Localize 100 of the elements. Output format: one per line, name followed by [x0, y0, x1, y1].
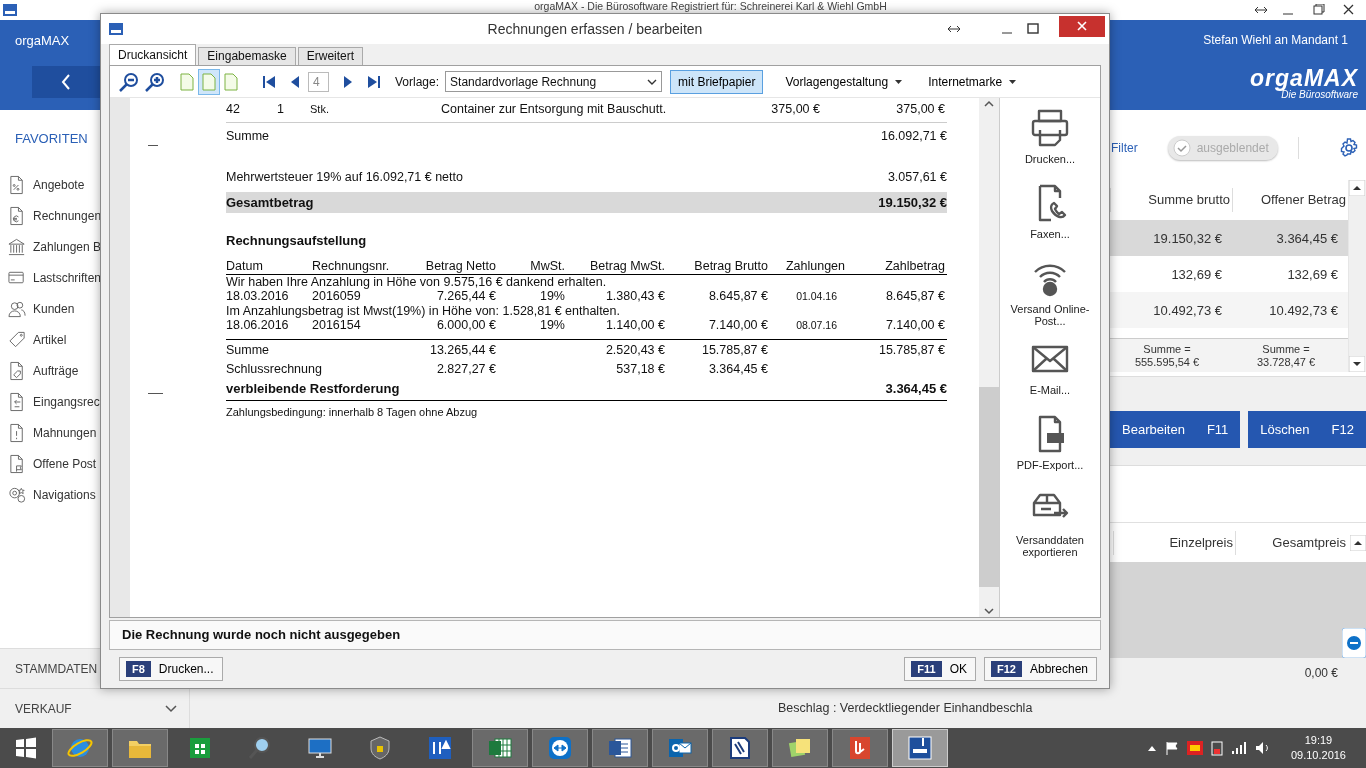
- dialog-button[interactable]: F12 Abbrechen: [984, 657, 1097, 681]
- total-label: verbleibende Restforderung: [226, 380, 400, 398]
- page-icon: [180, 72, 194, 91]
- filter-link[interactable]: Filter: [1111, 140, 1138, 155]
- windows-icon[interactable]: [15, 737, 37, 759]
- battery-icon[interactable]: [1210, 740, 1223, 756]
- close-icon: [1077, 21, 1087, 31]
- table-cell-text: 6.000,00 €: [435, 318, 496, 333]
- tab[interactable]: Druckansicht: [109, 44, 197, 65]
- table-cell-text: 18.03.2016: [226, 289, 290, 304]
- action-button[interactable]: E-Mail...: [1002, 339, 1098, 402]
- dialog-button[interactable]: F11 OK: [904, 657, 976, 681]
- sidebar-item[interactable]: Mahnungen: [33, 425, 97, 440]
- skip-start-icon[interactable]: [262, 73, 276, 90]
- logo: orgaMAX Die Bürosoftware: [1250, 67, 1358, 100]
- column-header: Zahlungen: [784, 259, 845, 274]
- total-value: 3.057,61 €: [887, 169, 947, 186]
- menu-button[interactable]: Internetmarke: [924, 74, 1021, 89]
- table-cell-text: 10.492,73 €: [1152, 302, 1223, 318]
- sidebar-item[interactable]: Zahlungen B: [33, 239, 102, 254]
- action-button[interactable]: Versand Online-Post...: [1002, 258, 1098, 327]
- sidebar-item[interactable]: Aufträge: [33, 363, 79, 378]
- zoom-out-icon[interactable]: [118, 70, 140, 93]
- note-text: Im Anzahlungsbetrag ist Mwst(19%) in Höhe von: 1.528,81 € enthalten.: [226, 304, 621, 318]
- table-cell-text: 537,18 €: [615, 361, 665, 378]
- tab[interactable]: Eingabemaske: [198, 47, 296, 65]
- sidebar-item[interactable]: Offene Post: [33, 456, 97, 471]
- table-cell-text: 8.645,87 €: [884, 289, 945, 304]
- table-row[interactable]: 10.492,73 € 10.492,73 €: [1110, 292, 1348, 328]
- close-button[interactable]: [1059, 15, 1105, 37]
- table-cell-text: 3.364,45 €: [1275, 230, 1339, 246]
- settings-icon[interactable]: [1338, 137, 1359, 158]
- item-number: 42: [226, 101, 241, 117]
- table-cell-text: 19%: [538, 289, 565, 304]
- sidebar-item[interactable]: Artikel: [33, 332, 67, 347]
- scroll-up-icon[interactable]: [984, 100, 994, 108]
- app-icon: [3, 4, 17, 16]
- action-button[interactable]: Faxen...: [1002, 183, 1098, 246]
- action-button[interactable]: Drucken...: [1002, 108, 1098, 171]
- dialog-button[interactable]: F8 Drucken...: [119, 657, 223, 681]
- tag-icon: [8, 329, 27, 350]
- table-cell-text: 132,69 €: [1286, 266, 1339, 282]
- action-button[interactable]: Bearbeiten F11: [1110, 411, 1241, 448]
- sidebar-item[interactable]: Navigations: [33, 487, 96, 502]
- column-header: Betrag Brutto: [693, 259, 768, 274]
- sidebar-item[interactable]: Lastschriften: [33, 270, 102, 285]
- table-row[interactable]: 19.150,32 € 3.364,45 €: [1110, 220, 1348, 256]
- sidebar-item[interactable]: Eingangsrec: [33, 394, 100, 409]
- section-title: FAVORITEN: [15, 131, 89, 146]
- item-price: 375,00 €: [770, 101, 820, 117]
- action-button[interactable]: PDF-Export...: [1002, 414, 1098, 477]
- sidebar-item[interactable]: Kunden: [33, 301, 75, 316]
- column-header[interactable]: Gesamtpreis: [1235, 530, 1348, 555]
- scrollbar-thumb[interactable]: [979, 387, 999, 587]
- column-header: Datum: [226, 259, 264, 274]
- resize-icon[interactable]: [947, 24, 961, 34]
- table-cell-text: 2.520,43 €: [604, 342, 665, 359]
- section-header[interactable]: VERKAUF: [0, 688, 189, 728]
- back-button[interactable]: [32, 66, 100, 98]
- action-button[interactable]: Versanddaten exportieren: [1002, 489, 1098, 558]
- skip-end-icon[interactable]: [367, 73, 381, 90]
- maximize-icon[interactable]: [1027, 23, 1039, 35]
- template-dropdown[interactable]: Standardvorlage Rechnung: [445, 71, 663, 92]
- speaker-icon[interactable]: [1254, 741, 1271, 755]
- total-label: Gesamtbetrag: [226, 194, 314, 212]
- signal-bars-icon[interactable]: [1230, 741, 1247, 755]
- resize-icon[interactable]: [1254, 5, 1268, 15]
- sidebar-item[interactable]: Angebote: [33, 177, 85, 192]
- total-value: 555.595,54 €: [1134, 355, 1200, 369]
- scroll-down-icon[interactable]: [984, 607, 994, 615]
- gears-icon: [8, 484, 27, 505]
- flag-icon[interactable]: [1164, 741, 1179, 755]
- warning-icon[interactable]: [1186, 741, 1203, 755]
- zoom-in-icon[interactable]: [144, 70, 166, 93]
- chevron-left-icon: [61, 74, 71, 90]
- action-button[interactable]: Löschen F12: [1248, 411, 1366, 448]
- table-cell-text: 7.140,00 €: [884, 318, 945, 333]
- user-name: Stefan Wiehl an Mandant 1: [1203, 33, 1348, 47]
- arrows-icon[interactable]: [546, 734, 574, 762]
- window-title: orgaMAX - Die Bürosoftware Registriert für: Schreinerei Karl & Wiehl GmbH: [533, 1, 888, 12]
- sidebar-item[interactable]: Rechnungen: [33, 208, 102, 223]
- remote-tab-icon[interactable]: [1342, 628, 1366, 658]
- app-icon[interactable]: [906, 734, 934, 762]
- total-value: 0,00 €: [1110, 658, 1366, 688]
- printer-icon: [1030, 108, 1070, 148]
- table-cell-text: 15.785,87 €: [700, 342, 768, 359]
- payment-terms: Zahlungsbedingung: innerhalb 8 Tagen ohne Abzug: [226, 406, 478, 418]
- column-header[interactable]: Einzelpreis: [1113, 530, 1235, 555]
- tools-icon[interactable]: [426, 734, 454, 762]
- letterhead-button[interactable]: mit Briefpapier: [670, 69, 764, 94]
- table-cell-text: 3.364,45 €: [707, 361, 768, 378]
- caret-icon: [895, 79, 903, 84]
- total-label: Mehrwertsteuer 19% auf 16.092,71 € netto: [226, 169, 463, 186]
- item-unit: Stk.: [310, 102, 330, 117]
- page-field[interactable]: 4: [308, 71, 329, 92]
- chevron-up-icon[interactable]: [1146, 744, 1157, 752]
- section-heading: Rechnungsaufstellung: [226, 233, 367, 249]
- menu-button[interactable]: Vorlagengestaltung: [781, 74, 907, 89]
- tab[interactable]: Erweitert: [297, 47, 364, 65]
- app-icon: [109, 23, 123, 35]
